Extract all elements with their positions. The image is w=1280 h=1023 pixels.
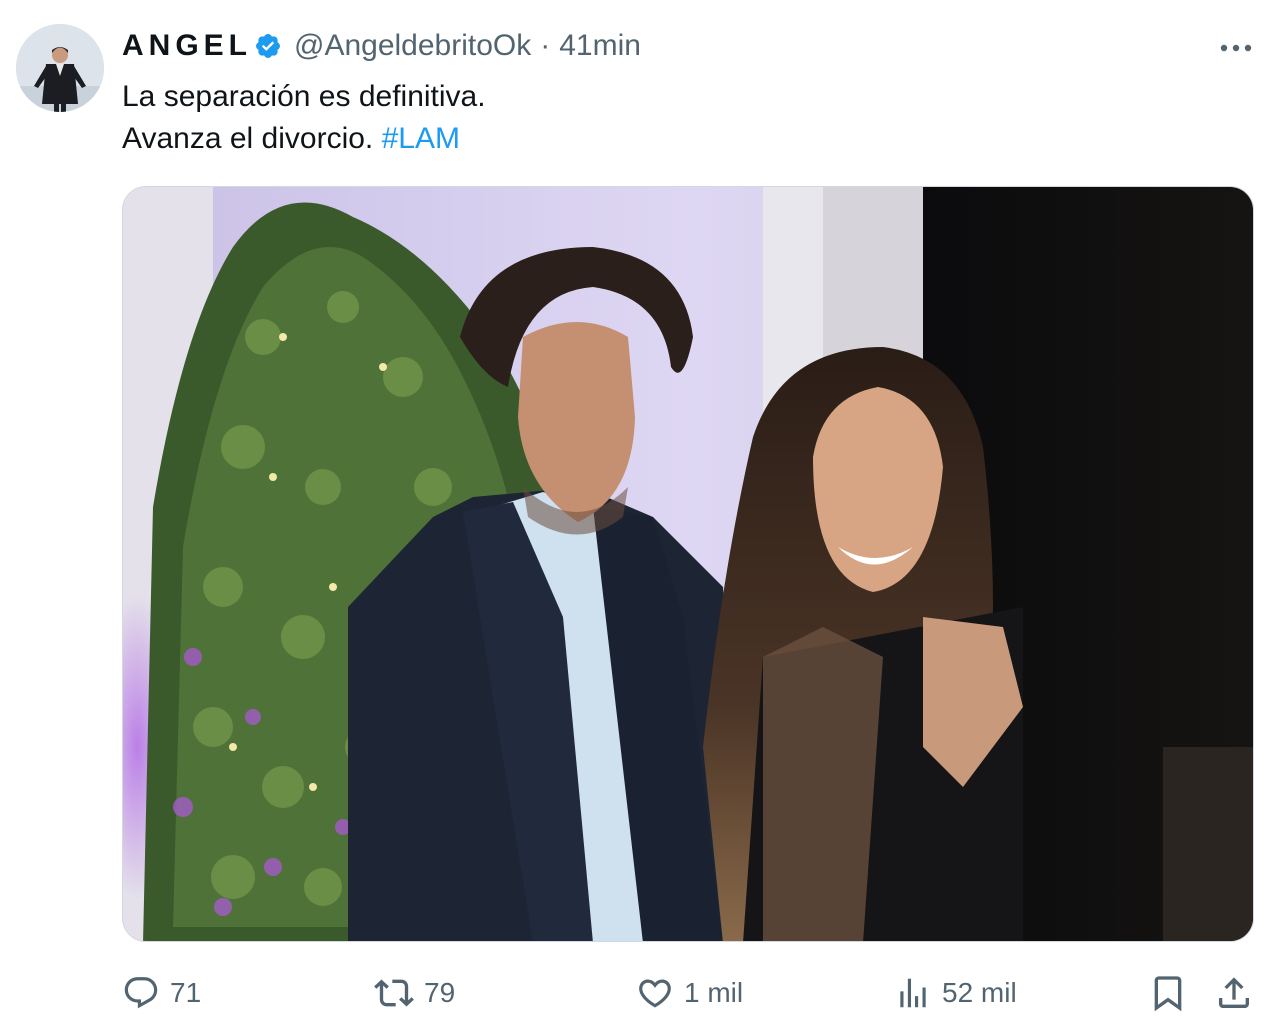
retweet-count: 79 — [424, 977, 456, 1008]
tweet-text-segment: Avanza el divorcio. — [122, 122, 382, 155]
views-icon — [894, 974, 932, 1012]
retweet-button[interactable]: 79 — [374, 968, 455, 1018]
tweet-text-line: Avanza el divorcio. #LAM — [122, 118, 486, 160]
hashtag-link[interactable]: #LAM — [382, 122, 460, 155]
bookmark-button[interactable] — [1148, 968, 1188, 1018]
verified-badge-icon — [254, 32, 282, 60]
views-count: 52 mil — [942, 977, 1017, 1008]
tweet-photo[interactable] — [122, 186, 1254, 942]
like-icon — [636, 974, 674, 1012]
tweet-actions: 71 79 1 mil 52 mil — [122, 968, 1254, 1018]
tweet-text: La separación es definitiva. Avanza el d… — [122, 76, 486, 160]
reply-icon — [122, 974, 160, 1012]
views-button[interactable]: 52 mil — [894, 968, 1017, 1018]
share-button[interactable] — [1214, 968, 1254, 1018]
share-icon — [1214, 973, 1254, 1013]
avatar[interactable] — [16, 24, 104, 112]
tweet-header: ANGEL @AngeldebritoOk · 41min — [122, 26, 641, 66]
reply-count: 71 — [170, 977, 202, 1008]
author-display-name[interactable]: ANGEL — [122, 29, 252, 63]
more-options-icon[interactable] — [1216, 30, 1256, 66]
retweet-icon — [374, 973, 414, 1013]
separator-dot: · — [540, 29, 551, 62]
like-button[interactable]: 1 mil — [636, 968, 743, 1018]
tweet-timestamp[interactable]: 41min — [559, 29, 641, 63]
like-count: 1 mil — [684, 977, 744, 1008]
bookmark-icon — [1148, 973, 1188, 1013]
author-handle[interactable]: @AngeldebritoOk — [294, 29, 531, 63]
tweet-text-line: La separación es definitiva. — [122, 80, 486, 113]
tweet: ANGEL @AngeldebritoOk · 41min La separac… — [0, 0, 1280, 1023]
reply-button[interactable]: 71 — [122, 968, 201, 1018]
